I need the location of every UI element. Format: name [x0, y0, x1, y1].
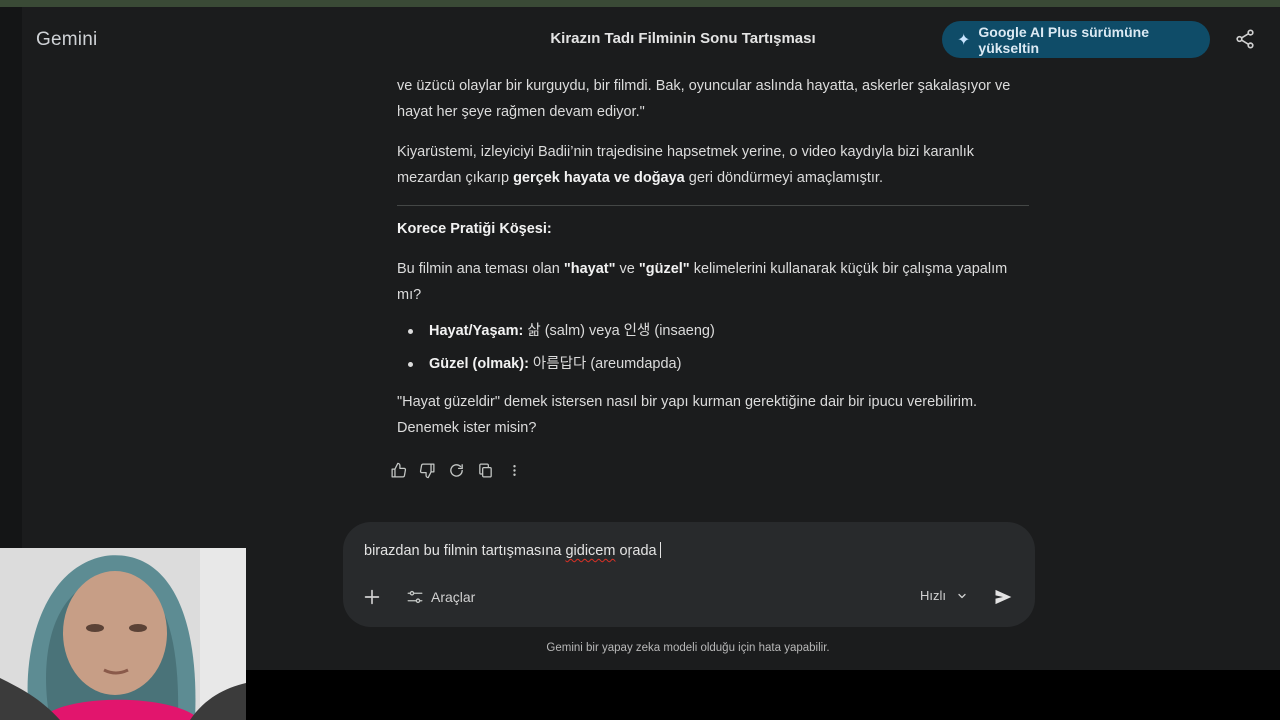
- response-text: Bu filmin ana teması olan: [397, 261, 564, 277]
- response-paragraph: ve üzücü olaylar bir kurguydu, bir filmd…: [397, 78, 1011, 120]
- response-bold-text: gerçek hayata ve doğaya: [513, 170, 685, 186]
- send-button[interactable]: [993, 587, 1015, 609]
- chevron-down-icon: [958, 593, 966, 598]
- vocab-term: Güzel (olmak):: [429, 356, 529, 372]
- thumbs-down-icon[interactable]: [418, 461, 436, 479]
- response-bold-text: "hayat": [563, 261, 616, 277]
- response-paragraph: Kiyarüstemi, izleyiciyi Badii’nin trajed…: [397, 139, 1029, 191]
- share-icon[interactable]: [1234, 28, 1256, 50]
- model-response: ve üzücü olaylar bir kurguydu, bir filmd…: [397, 73, 1029, 455]
- divider: [397, 205, 1029, 206]
- response-paragraph: Bu filmin ana teması olan "hayat" ve "gü…: [397, 256, 1029, 308]
- vocab-term: Hayat/Yaşam:: [429, 323, 524, 339]
- vocab-list: Hayat/Yaşam: 삶 (salm) veya 인생 (insaeng) …: [397, 318, 1029, 377]
- model-mode-label: Hızlı: [920, 588, 946, 603]
- tune-icon: [407, 590, 423, 604]
- response-paragraph: "Hayat güzeldir" demek istersen nasıl bi…: [397, 394, 978, 436]
- copy-icon[interactable]: [476, 461, 494, 479]
- thumbs-up-icon[interactable]: [389, 461, 407, 479]
- list-item: Hayat/Yaşam: 삶 (salm) veya 인생 (insaeng): [397, 318, 1029, 344]
- tools-button[interactable]: Araçlar: [406, 588, 475, 606]
- send-icon: [995, 589, 1012, 605]
- tools-button-label: Araçlar: [431, 589, 476, 605]
- sparkle-icon: ✦: [957, 31, 971, 49]
- more-vert-icon[interactable]: [505, 461, 523, 479]
- prompt-input[interactable]: birazdan bu filmin tartışmasına gidicem …: [364, 542, 661, 559]
- text-caret: [659, 542, 661, 558]
- upgrade-button-label: Google AI Plus sürümüne yükseltin: [978, 23, 1150, 56]
- vocab-translation: 삶 (salm) veya 인생 (insaeng): [523, 323, 715, 339]
- prompt-text: oŗada: [615, 543, 657, 559]
- misspelled-word: gidicem: [565, 543, 616, 559]
- upgrade-button[interactable]: ✦ Google AI Plus sürümüne yükseltin: [942, 21, 1210, 58]
- plus-icon: [364, 589, 380, 605]
- webcam-person-image: [0, 548, 246, 720]
- add-attachment-button[interactable]: [361, 586, 383, 608]
- model-mode-select[interactable]: Hızlı: [920, 588, 968, 603]
- response-text: ve: [615, 261, 639, 277]
- prompt-text: birazdan bu filmin tartışmasına: [364, 543, 566, 559]
- regenerate-icon[interactable]: [447, 461, 465, 479]
- vocab-translation: 아름답다 (areumdapda): [528, 356, 682, 372]
- webcam-overlay: [0, 548, 246, 720]
- response-bold-text: "güzel": [638, 261, 690, 277]
- section-heading: Korece Pratiği Köşesi:: [397, 221, 552, 237]
- window-top-strip: [0, 0, 1280, 7]
- response-actions: [389, 461, 523, 479]
- list-item: Güzel (olmak): 아름답다 (areumdapda): [397, 351, 1029, 377]
- prompt-composer: birazdan bu filmin tartışmasına gidicem …: [343, 522, 1035, 627]
- response-text: geri döndürmeyi amaçlamıştır.: [684, 170, 883, 186]
